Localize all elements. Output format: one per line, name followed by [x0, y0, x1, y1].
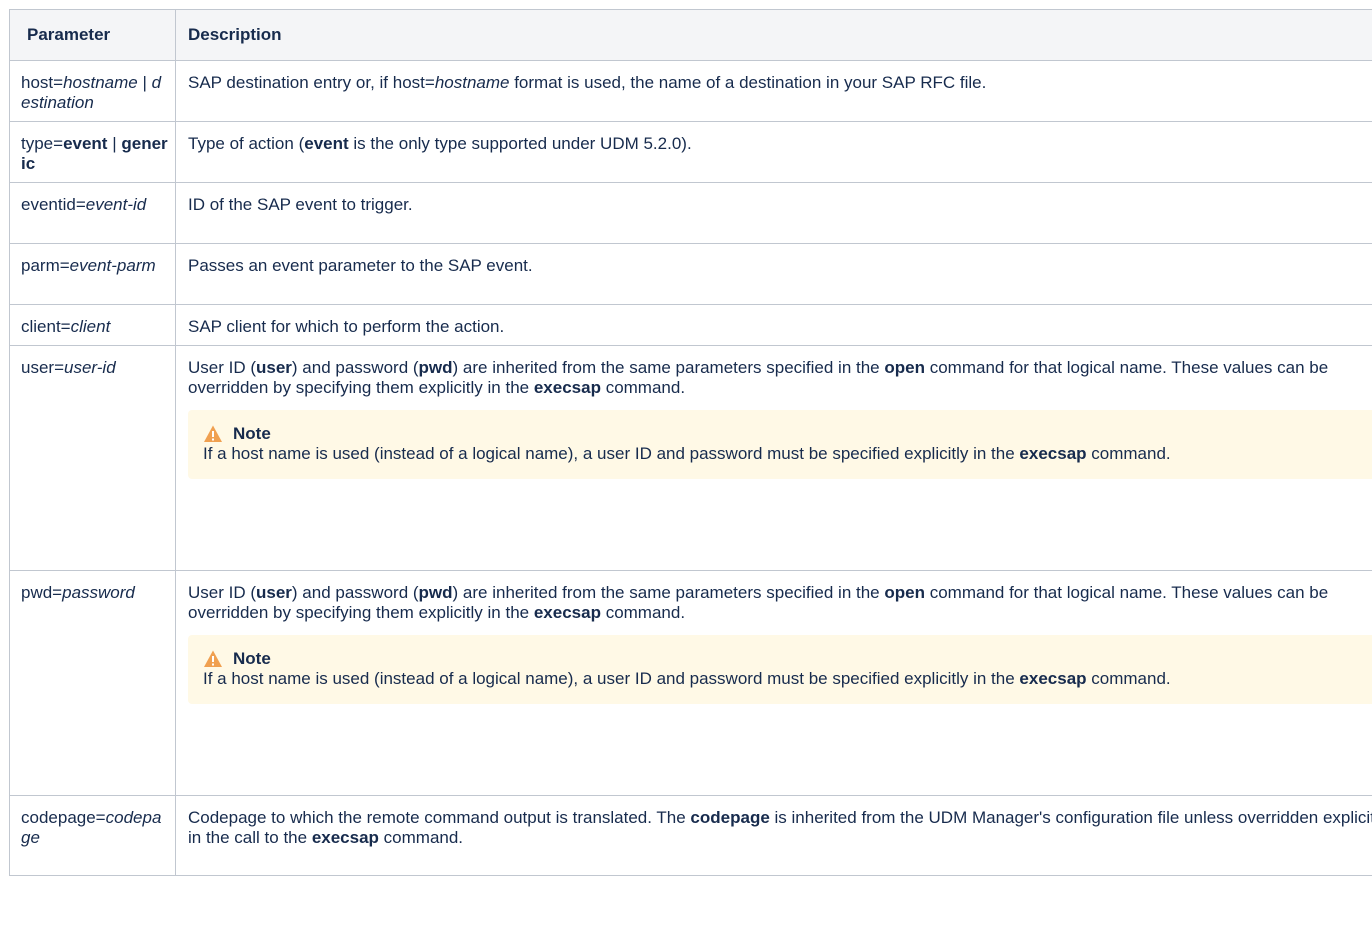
text-run: parm=	[21, 256, 70, 275]
bold-term: execsap	[533, 378, 601, 397]
text-run: User ID (	[188, 358, 256, 377]
parameter-cell: host=hostname | destination	[9, 60, 176, 122]
text-run: user=	[21, 358, 64, 377]
text-run: Passes an event parameter to the SAP eve…	[188, 256, 533, 275]
italic-term: event-id	[85, 195, 147, 214]
italic-term: user-id	[64, 358, 116, 377]
parameter-cell: eventid=event-id	[9, 182, 176, 244]
description-cell: SAP client for which to perform the acti…	[175, 304, 1372, 346]
text-run: If a host name is used (instead of a log…	[203, 669, 1020, 688]
text-run: User ID (	[188, 583, 256, 602]
text-run: ID of the SAP event to trigger.	[188, 195, 413, 214]
parameter-cell: codepage=codepage	[9, 795, 176, 876]
parameter-cell: user=user-id	[9, 345, 176, 571]
description-cell: Codepage to which the remote command out…	[175, 795, 1372, 876]
table-row: pwd=password User ID (user) and password …	[9, 570, 1372, 796]
note-body: If a host name is used (instead of a log…	[203, 444, 1372, 464]
table-row: codepage=codepage Codepage to which the r…	[9, 795, 1372, 876]
parameter-table: Parameter Description host=hostname | de…	[9, 9, 1372, 876]
text-run: pwd=	[21, 583, 63, 602]
warning-icon	[204, 425, 222, 442]
text-run: ) and password (	[291, 358, 419, 377]
text-run: Type of action (	[188, 134, 305, 153]
bold-term: pwd	[418, 358, 453, 377]
parameter-cell: pwd=password	[9, 570, 176, 796]
bold-term: user	[256, 583, 292, 602]
description-text: User ID (user) and password (pwd) are in…	[188, 583, 1372, 623]
bold-term: event	[304, 134, 349, 153]
text-run: command.	[600, 378, 686, 397]
description-cell: SAP destination entry or, if host=hostna…	[175, 60, 1372, 122]
note-header: Note	[203, 649, 1372, 669]
text-run: SAP client for which to perform the acti…	[188, 317, 505, 336]
description-cell: User ID (user) and password (pwd) are in…	[175, 345, 1372, 571]
italic-term: password	[62, 583, 135, 602]
text-run: eventid=	[21, 195, 86, 214]
table-row: eventid=event-id ID of the SAP event to t…	[9, 182, 1372, 244]
bold-term: open	[884, 358, 925, 377]
bold-term: pwd	[418, 583, 453, 602]
table-header-row: Parameter Description	[9, 9, 1372, 61]
note-title: Note	[233, 649, 271, 668]
text-run: command.	[378, 828, 464, 847]
text-run: command.	[600, 603, 686, 622]
description-text: Type of action (event is the only type s…	[188, 134, 1372, 154]
text-run: ) and password (	[291, 583, 419, 602]
description-text: SAP client for which to perform the acti…	[188, 317, 1372, 337]
table-row: host=hostname | destination SAP destinati…	[9, 60, 1372, 122]
text-run: If a host name is used (instead of a log…	[203, 444, 1020, 463]
bold-term: codepage	[690, 808, 770, 827]
description-text: SAP destination entry or, if host=hostna…	[188, 73, 1372, 93]
text-run: |	[107, 134, 122, 153]
description-text: Codepage to which the remote command out…	[188, 808, 1372, 848]
bold-term: execsap	[1019, 669, 1087, 688]
bold-term: user	[256, 358, 292, 377]
text-run: Codepage to which the remote command out…	[188, 808, 691, 827]
description-text: User ID (user) and password (pwd) are in…	[188, 358, 1372, 398]
warning-icon	[204, 650, 222, 667]
table-row: client=client SAP client for which to per…	[9, 304, 1372, 346]
text-run: |	[137, 73, 152, 92]
table-row: type=event | generic Type of action (even…	[9, 121, 1372, 183]
description-text: ID of the SAP event to trigger.	[188, 195, 1372, 215]
bold-term: execsap	[533, 603, 601, 622]
note-callout: Note If a host name is used (instead of a…	[188, 410, 1372, 479]
bold-term: open	[884, 583, 925, 602]
note-callout: Note If a host name is used (instead of a…	[188, 635, 1372, 704]
note-title: Note	[233, 424, 271, 443]
bold-term: execsap	[1019, 444, 1087, 463]
description-cell: Passes an event parameter to the SAP eve…	[175, 243, 1372, 305]
bold-term: execsap	[311, 828, 379, 847]
note-header: Note	[203, 424, 1372, 444]
note-body: If a host name is used (instead of a log…	[203, 669, 1372, 689]
description-cell: User ID (user) and password (pwd) are in…	[175, 570, 1372, 796]
table-row: user=user-id User ID (user) and password …	[9, 345, 1372, 571]
text-run: client=	[21, 317, 71, 336]
italic-term: client	[70, 317, 111, 336]
bold-term: event	[63, 134, 108, 153]
italic-term: hostname	[434, 73, 510, 92]
description-column-header: Description	[175, 9, 1372, 61]
text-run: ) are inherited from the same parameters…	[452, 583, 885, 602]
parameter-cell: type=event | generic	[9, 121, 176, 183]
text-run: command.	[1086, 669, 1171, 688]
table-body: host=hostname | destination SAP destinati…	[9, 60, 1372, 876]
table-row: parm=event-parm Passes an event parameter…	[9, 243, 1372, 305]
description-text: Passes an event parameter to the SAP eve…	[188, 256, 1372, 276]
text-run: command.	[1086, 444, 1171, 463]
text-run: format is used, the name of a destinatio…	[509, 73, 987, 92]
text-run: codepage=	[21, 808, 106, 827]
text-run: SAP destination entry or, if host=	[188, 73, 435, 92]
description-cell: ID of the SAP event to trigger.	[175, 182, 1372, 244]
italic-term: hostname	[63, 73, 138, 92]
text-run: is the only type supported under UDM 5.2…	[348, 134, 692, 153]
text-run: ) are inherited from the same parameters…	[452, 358, 885, 377]
parameter-column-header: Parameter	[9, 9, 176, 61]
italic-term: event-parm	[69, 256, 156, 275]
text-run: type=	[21, 134, 64, 153]
description-cell: Type of action (event is the only type s…	[175, 121, 1372, 183]
parameter-cell: parm=event-parm	[9, 243, 176, 305]
parameter-cell: client=client	[9, 304, 176, 346]
text-run: host=	[21, 73, 64, 92]
